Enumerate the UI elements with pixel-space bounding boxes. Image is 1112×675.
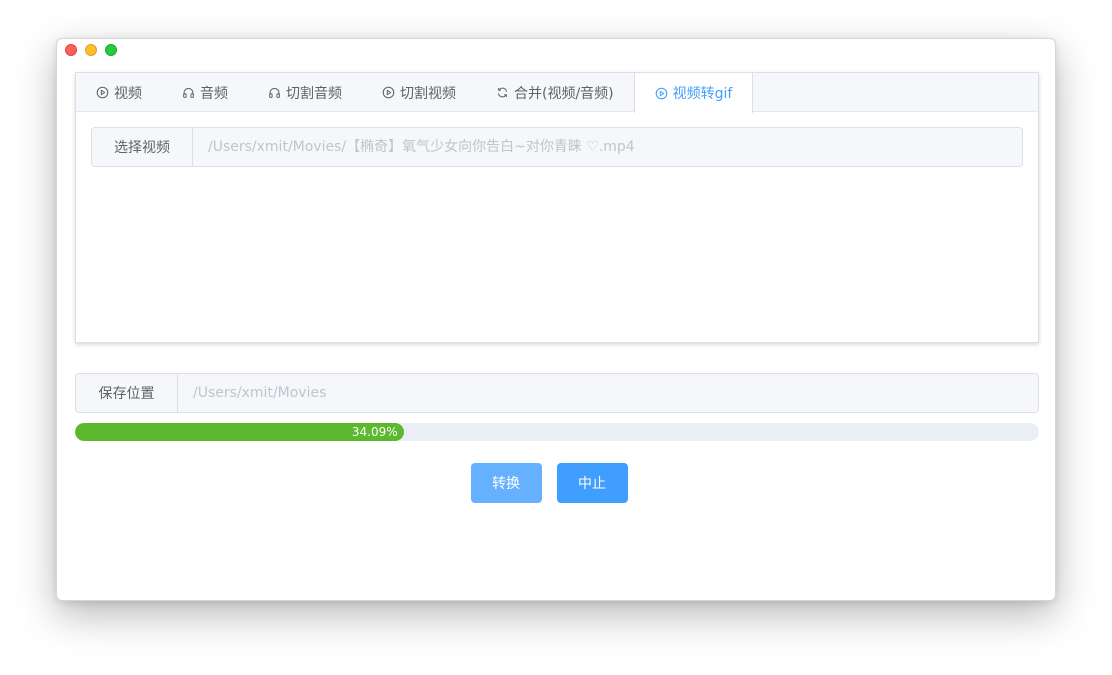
tab-bar: 视频 音频 切割音频 切割视频 合并(视频/音频) 视频转gif (76, 73, 1038, 113)
play-circle-icon (96, 86, 109, 99)
headphones-icon (268, 86, 281, 99)
tab-label: 视频转gif (672, 86, 733, 102)
tab-label: 切割视频 (400, 85, 456, 102)
action-buttons: 转换 中止 (57, 463, 1055, 503)
headphones-icon (182, 86, 195, 99)
tab-card: 视频 音频 切割音频 切割视频 合并(视频/音频) 视频转gif 选择视频 /U… (75, 72, 1039, 343)
tab-label: 视频 (114, 85, 142, 102)
tab-label: 切割音频 (286, 85, 342, 102)
progress-bar: 34.09% (75, 423, 1039, 441)
tab-label: 合并(视频/音频) (514, 85, 614, 102)
convert-button[interactable]: 转换 (470, 463, 542, 503)
tab-content: 选择视频 (76, 112, 1038, 182)
play-circle-icon (382, 86, 395, 99)
refresh-icon (496, 86, 509, 99)
tab-video-to-gif[interactable]: 视频转gif (633, 73, 754, 113)
save-path-input[interactable] (178, 374, 1038, 412)
close-window-button[interactable] (65, 44, 77, 56)
tab-cut-video[interactable]: 切割视频 (362, 73, 476, 112)
save-location-group: 保存位置 (75, 373, 1039, 413)
play-circle-icon (655, 87, 668, 100)
zoom-window-button[interactable] (105, 44, 117, 56)
tab-cut-audio[interactable]: 切割音频 (248, 73, 362, 112)
progress-fill: 34.09% (75, 423, 404, 441)
video-path-input[interactable] (193, 128, 1022, 166)
stop-button[interactable]: 中止 (556, 463, 628, 503)
select-video-button[interactable]: 选择视频 (92, 128, 193, 166)
progress-text: 34.09% (351, 425, 398, 439)
window-controls (65, 44, 117, 56)
select-video-group: 选择视频 (91, 127, 1023, 167)
tab-label: 音频 (200, 85, 228, 102)
tab-video[interactable]: 视频 (76, 73, 162, 112)
tab-merge[interactable]: 合并(视频/音频) (476, 73, 634, 112)
tab-audio[interactable]: 音频 (162, 73, 248, 112)
minimize-window-button[interactable] (85, 44, 97, 56)
save-location-button[interactable]: 保存位置 (76, 374, 178, 412)
app-window: 视频 音频 切割音频 切割视频 合并(视频/音频) 视频转gif 选择视频 /U… (56, 38, 1056, 601)
